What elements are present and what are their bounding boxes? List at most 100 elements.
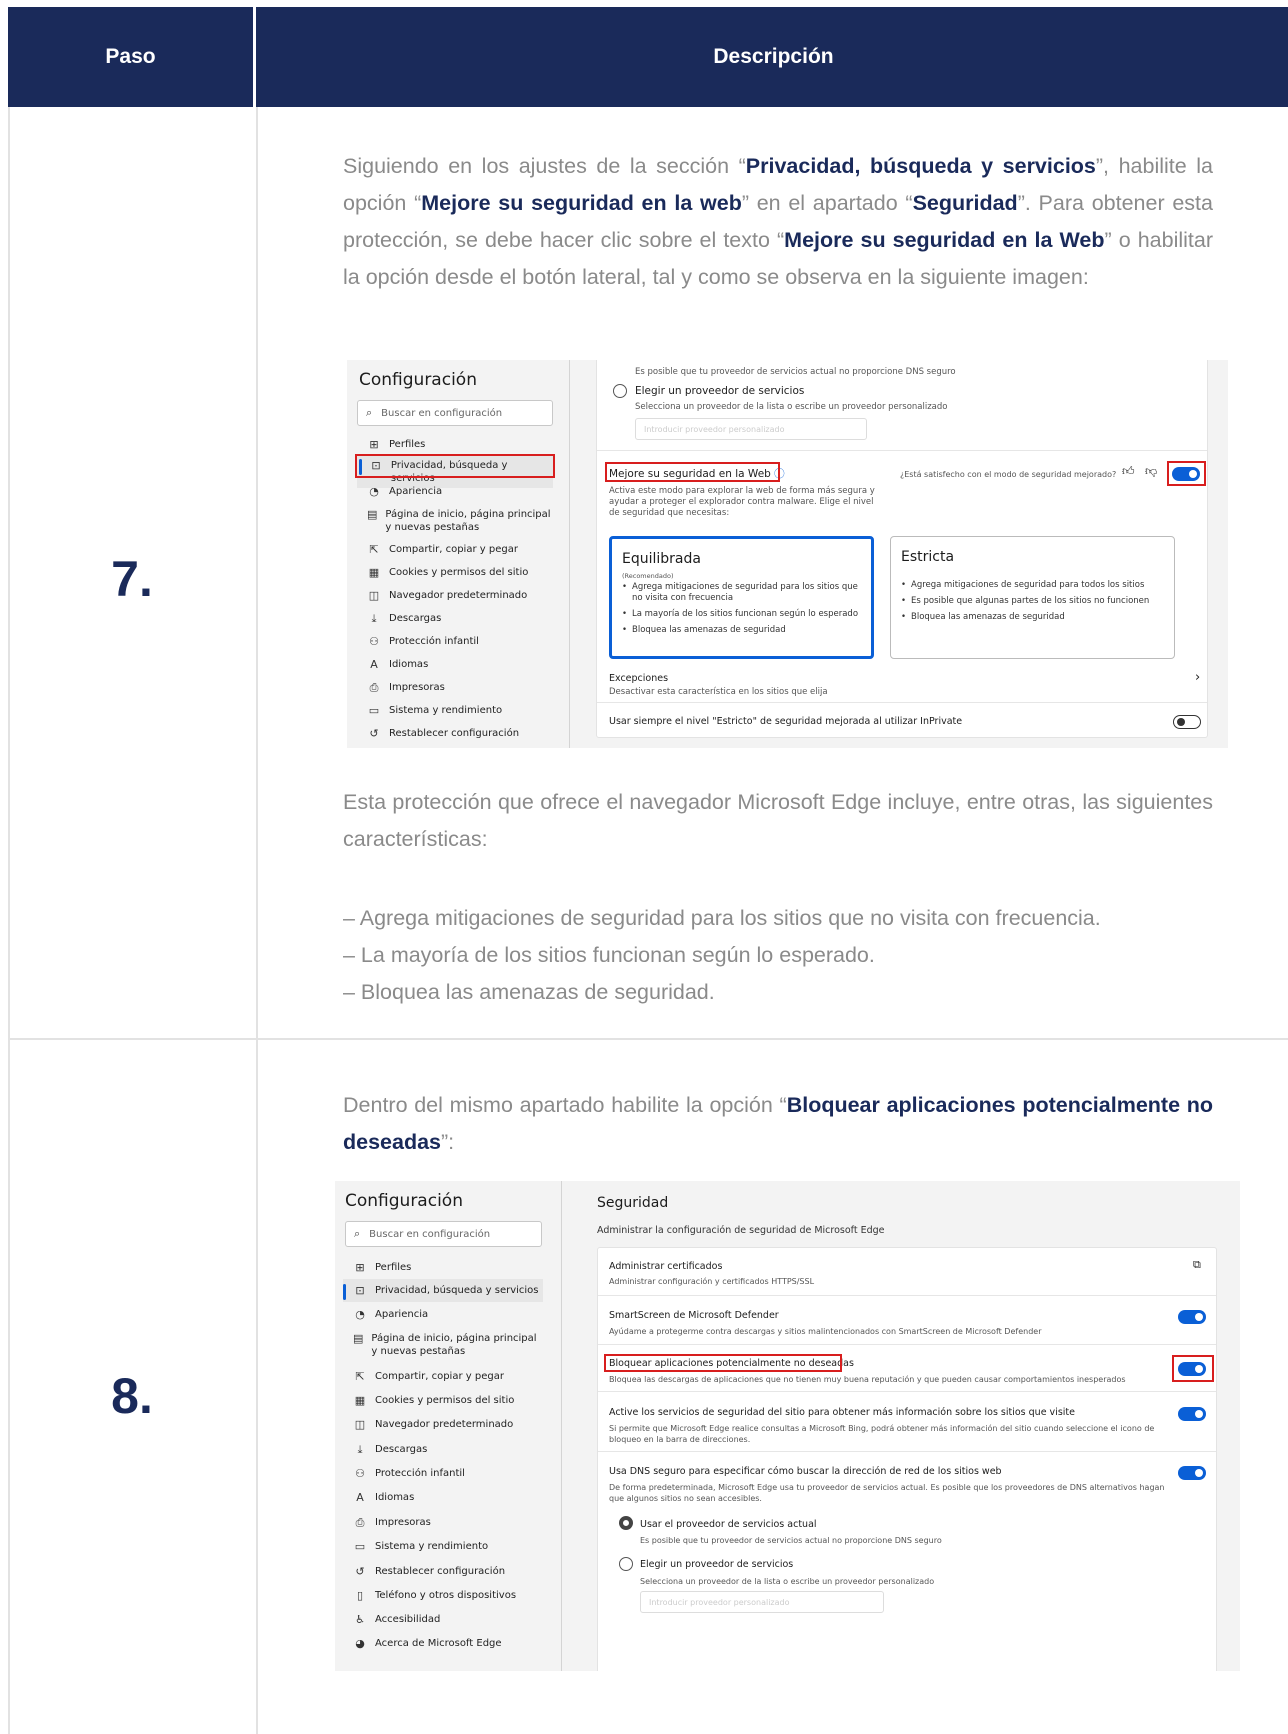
level-balanced[interactable]: Equilibrada (Recomendado) Agrega mitigac…: [609, 536, 874, 659]
provider-radio[interactable]: [613, 384, 627, 398]
menu-item-profiles[interactable]: ⊞ Perfiles: [367, 438, 553, 451]
menu-item-profiles[interactable]: ⊞ Perfiles: [353, 1261, 543, 1274]
menu-item-start-page[interactable]: ▤ Página de inicio, página principal y nu…: [353, 1332, 543, 1358]
menu-item-downloads[interactable]: ⤓ Descargas: [367, 612, 553, 625]
menu-item-cookies[interactable]: ▦ Cookies y permisos del sitio: [367, 566, 553, 579]
site-safety-toggle[interactable]: [1178, 1407, 1206, 1421]
menu-item-downloads[interactable]: ⤓ Descargas: [353, 1443, 543, 1456]
language-icon: A: [370, 658, 378, 671]
search-input[interactable]: ⌕ Buscar en configuración: [357, 400, 553, 426]
menu-item-system[interactable]: ▭ Sistema y rendimiento: [353, 1540, 543, 1553]
browser-icon: ◫: [368, 589, 380, 602]
inprivate-label: Usar siempre el nivel "Estricto" de segu…: [609, 716, 963, 727]
thumbs-up-icon[interactable]: 👍︎: [1122, 464, 1135, 479]
reset-icon: ↺: [369, 727, 379, 740]
dns-note: Es posible que tu proveedor de servicios…: [635, 367, 956, 377]
text: Siguiendo en los ajustes de la sección “: [343, 154, 746, 178]
menu-label: Compartir, copiar y pegar: [389, 544, 518, 555]
external-link-icon[interactable]: ⧉: [1193, 1258, 1201, 1272]
search-placeholder: Buscar en configuración: [381, 407, 503, 419]
exceptions-label[interactable]: Excepciones: [609, 673, 668, 684]
provider-input[interactable]: Introducir proveedor personalizado: [640, 1591, 884, 1613]
list-item: – Bloquea las amenazas de seguridad.: [343, 980, 715, 1004]
menu-item-default-browser[interactable]: ◫ Navegador predeterminado: [367, 589, 553, 602]
header-description: Descripción: [713, 45, 834, 68]
search-placeholder: Buscar en configuración: [369, 1228, 491, 1240]
row-label: SmartScreen de Microsoft Defender: [609, 1310, 779, 1321]
highlight-box: [605, 462, 780, 482]
list-item: Agrega mitigaciones de seguridad para to…: [901, 580, 1161, 591]
menu-item-reset[interactable]: ↺ Restablecer configuración: [367, 727, 553, 740]
menu-label: Impresoras: [375, 1517, 431, 1528]
menu-label: Sistema y rendimiento: [375, 1541, 489, 1552]
menu-label: Restablecer configuración: [389, 728, 520, 739]
menu-item-family[interactable]: ⚇ Protección infantil: [353, 1467, 543, 1480]
menu-item-printers[interactable]: ⎙ Impresoras: [353, 1516, 543, 1529]
feedback-question: ¿Está satisfecho con el modo de segurida…: [900, 470, 1117, 479]
bold-text: Mejore su seguridad en la web: [421, 191, 742, 215]
menu-item-privacy[interactable]: ⊡ Privacidad, búsqueda y servicios: [343, 1279, 543, 1302]
separator: [598, 1295, 1216, 1296]
level-title: Estricta: [901, 549, 955, 565]
section-desc: Administrar la configuración de segurida…: [597, 1225, 885, 1236]
menu-item-accessibility[interactable]: ♿︎ Accesibilidad: [353, 1613, 543, 1626]
step-number-8: 8.: [111, 1368, 153, 1424]
home-page-icon: ▤: [353, 1332, 364, 1345]
level-strict[interactable]: Estricta Agrega mitigaciones de segurida…: [890, 536, 1175, 659]
menu-item-system[interactable]: ▭ Sistema y rendimiento: [367, 704, 553, 717]
choose-provider-radio[interactable]: [619, 1557, 633, 1571]
menu-label: Idiomas: [375, 1492, 415, 1503]
chevron-right-icon[interactable]: ›: [1195, 670, 1200, 685]
current-provider-radio[interactable]: [619, 1516, 633, 1530]
bold-text: Seguridad: [912, 191, 1018, 215]
menu-label: Navegador predeterminado: [389, 590, 528, 601]
profile-icon: ⊞: [369, 438, 379, 451]
menu-label: Página de inicio, página principal y nue…: [371, 1333, 537, 1357]
menu-label: Descargas: [375, 1444, 428, 1455]
secure-dns-toggle[interactable]: [1178, 1466, 1206, 1480]
menu-item-share[interactable]: ⇱ Compartir, copiar y pegar: [353, 1370, 543, 1383]
menu-item-share[interactable]: ⇱ Compartir, copiar y pegar: [367, 543, 553, 556]
menu-item-about[interactable]: ◕ Acerca de Microsoft Edge: [353, 1637, 543, 1650]
menu-item-languages[interactable]: A Idiomas: [367, 658, 553, 671]
list-item: La mayoría de los sitios funcionan según…: [622, 609, 862, 620]
menu-item-appearance[interactable]: ◔ Apariencia: [367, 485, 553, 498]
inprivate-toggle[interactable]: [1173, 715, 1201, 729]
thumbs-down-icon[interactable]: 👎︎: [1145, 464, 1157, 479]
bold-text: Mejore su seguridad en la Web: [784, 228, 1105, 252]
level-subtitle: (Recomendado): [622, 572, 674, 580]
menu-item-languages[interactable]: A Idiomas: [353, 1491, 543, 1504]
menu-label: Navegador predeterminado: [375, 1419, 514, 1430]
pane-divider: [561, 1181, 562, 1671]
menu-label: Protección infantil: [389, 636, 479, 647]
menu-item-family[interactable]: ⚇ Protección infantil: [367, 635, 553, 648]
provider-input[interactable]: Introducir proveedor personalizado: [635, 418, 867, 440]
search-input[interactable]: ⌕ Buscar en configuración: [345, 1221, 542, 1247]
list-item: Bloquea las amenazas de seguridad: [901, 612, 1161, 623]
menu-item-default-browser[interactable]: ◫ Navegador predeterminado: [353, 1418, 543, 1431]
level-features: Agrega mitigaciones de seguridad para lo…: [622, 582, 862, 641]
menu-item-reset[interactable]: ↺ Restablecer configuración: [353, 1565, 543, 1578]
accessibility-icon: ♿︎: [355, 1613, 365, 1626]
menu-item-cookies[interactable]: ▦ Cookies y permisos del sitio: [353, 1394, 543, 1407]
menu-item-printers[interactable]: ⎙ Impresoras: [367, 681, 553, 694]
browser-icon: ◫: [354, 1418, 366, 1431]
menu-label: Apariencia: [375, 1309, 429, 1320]
menu-label: Acerca de Microsoft Edge: [375, 1638, 502, 1649]
separator: [597, 702, 1207, 703]
settings-title: Configuración: [359, 370, 477, 390]
smartscreen-toggle[interactable]: [1178, 1310, 1206, 1324]
menu-label: Página de inicio, página principal y nue…: [385, 509, 551, 533]
family-icon: ⚇: [369, 635, 379, 648]
steps-table: Paso Descripción 7. Siguiendo en los aju…: [8, 7, 1288, 1734]
menu-item-phone[interactable]: ▯ Teléfono y otros dispositivos: [353, 1589, 543, 1602]
separator: [598, 1344, 1216, 1345]
menu-item-appearance[interactable]: ◔ Apariencia: [353, 1308, 543, 1321]
separator: [598, 1451, 1216, 1452]
highlight-box: [1172, 1355, 1214, 1382]
palette-icon: ◔: [369, 485, 379, 498]
level-title: Equilibrada: [622, 551, 701, 567]
row-desc: Ayúdame a protegerme contra descargas y …: [609, 1327, 1042, 1336]
menu-item-start-page[interactable]: ▤ Página de inicio, página principal y nu…: [367, 508, 553, 534]
list-item: Agrega mitigaciones de seguridad para lo…: [622, 582, 862, 604]
